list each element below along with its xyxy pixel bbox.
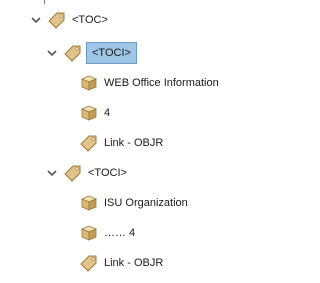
tree-node-label-selected: <TOCI>: [86, 42, 137, 64]
tag-icon: [80, 254, 98, 272]
tag-icon: [64, 164, 82, 182]
tree-node-content[interactable]: WEB Office Information: [80, 73, 221, 93]
tree-node-content[interactable]: …… 4: [80, 223, 137, 243]
tree-node-toci[interactable]: <TOCI>: [46, 163, 129, 183]
tree-node-toci[interactable]: <TOCI>: [46, 42, 137, 64]
chevron-down-icon[interactable]: [30, 14, 42, 26]
content-box-icon: [80, 224, 98, 242]
tree-node-content[interactable]: 4: [80, 103, 112, 123]
tree-node-toc[interactable]: <TOC>: [30, 10, 110, 30]
content-box-icon: [80, 194, 98, 212]
tree-node-label: Link - OBJR: [104, 257, 164, 269]
tree-node-link[interactable]: Link - OBJR: [80, 133, 165, 153]
tree-node-link[interactable]: Link - OBJR: [80, 253, 165, 273]
tag-icon: [64, 44, 82, 62]
chevron-down-icon[interactable]: [46, 47, 58, 59]
tree-node-label: <TOC>: [72, 14, 108, 26]
tree-node-label: WEB Office Information: [104, 77, 219, 89]
tree-node-label: ISU Organization: [104, 197, 188, 209]
tree-node-label: <TOCI>: [88, 167, 127, 179]
content-box-icon: [80, 104, 98, 122]
chevron-down-icon[interactable]: [46, 167, 58, 179]
tree-node-content[interactable]: ISU Organization: [80, 193, 190, 213]
tree-node-label: …… 4: [104, 227, 136, 239]
tree-node-label: Link - OBJR: [104, 137, 164, 149]
tags-tree-panel: <TOC> <TOCI> WEB Office Information 4 Li…: [0, 0, 249, 283]
content-box-icon: [80, 74, 98, 92]
tree-node-label: 4: [104, 107, 111, 119]
tag-icon: [80, 134, 98, 152]
scroll-tick-mark: [44, 0, 45, 4]
tag-icon: [48, 11, 66, 29]
